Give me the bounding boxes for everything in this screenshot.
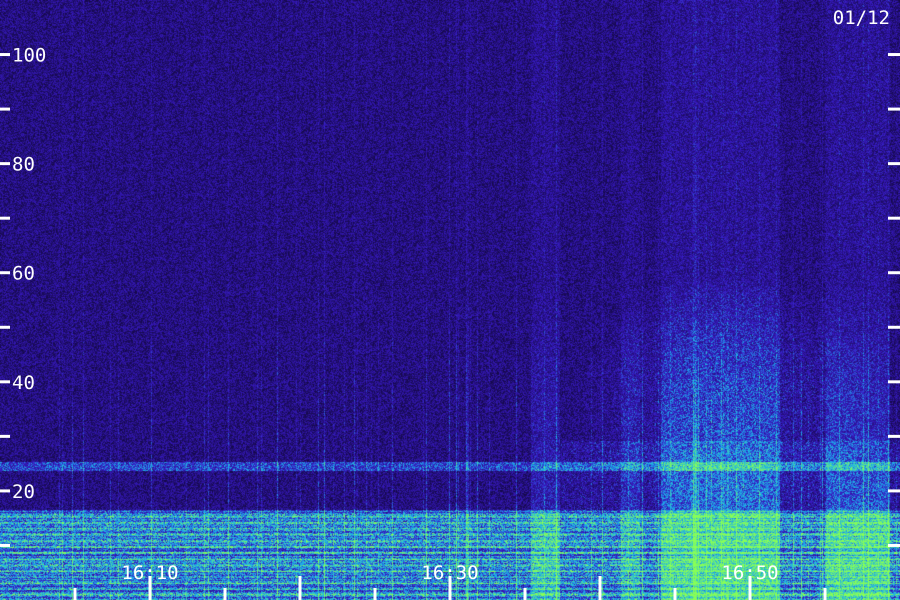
y-tick-label-100: 100 (12, 45, 46, 67)
y-axis-labels: 100 80 60 40 20 (12, 45, 46, 503)
date-label: 01/12 (833, 7, 890, 29)
y-tick-label-20: 20 (12, 481, 35, 503)
y-tick-label-60: 60 (12, 263, 35, 285)
x-tick-label: 16:10 (121, 562, 178, 584)
y-tick-label-80: 80 (12, 154, 35, 176)
x-tick-label: 16:50 (721, 562, 778, 584)
spectrogram-panel: 01/12 100 80 60 40 20 16:10 16:30 16:50 (0, 0, 900, 600)
spectrogram-axes: 01/12 100 80 60 40 20 16:10 16:30 16:50 (0, 7, 900, 600)
tick-marks (0, 53, 900, 600)
y-tick-label-40: 40 (12, 372, 35, 394)
x-tick-label: 16:30 (421, 562, 478, 584)
x-axis-labels: 16:10 16:30 16:50 (121, 562, 778, 584)
